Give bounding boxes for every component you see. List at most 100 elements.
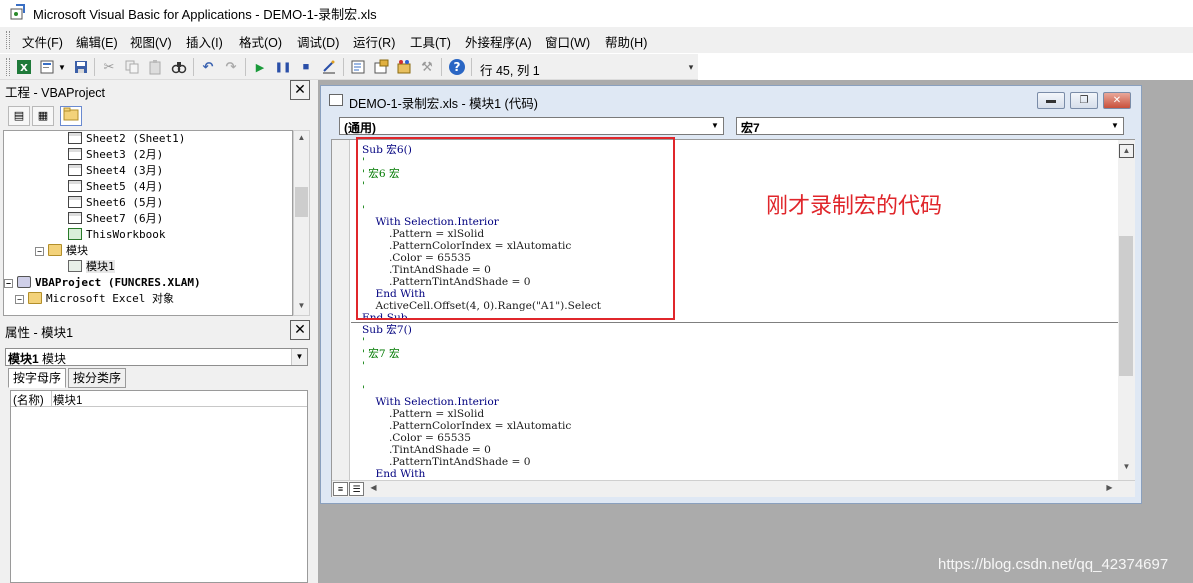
chevron-down-icon[interactable]: ▼ <box>291 349 307 365</box>
tab-categorized[interactable]: 按分类序 <box>68 368 127 388</box>
cut-icon[interactable]: ✂ <box>100 58 118 76</box>
code-line[interactable]: Sub 宏7() <box>362 324 1112 336</box>
menu-tools[interactable]: 工具(T) <box>410 32 451 51</box>
chevron-down-icon[interactable]: ▼ <box>707 118 723 134</box>
project-panel-titlebar[interactable]: 工程 - VBAProject ✕ <box>0 80 313 100</box>
menu-format[interactable]: 格式(O) <box>239 32 282 51</box>
collapse-icon[interactable]: − <box>15 295 24 304</box>
scroll-down-icon[interactable]: ▼ <box>294 301 309 310</box>
procedure-view-icon[interactable]: ≡ <box>333 482 348 496</box>
tree-node[interactable]: Sheet7 (6月) <box>4 211 292 227</box>
menu-addins[interactable]: 外接程序(A) <box>465 32 532 51</box>
properties-icon[interactable] <box>372 58 390 76</box>
collapse-icon[interactable]: − <box>4 279 13 288</box>
menu-file[interactable]: 文件(F) <box>22 32 63 51</box>
tree-node[interactable]: Sheet3 (2月) <box>4 147 292 163</box>
menu-insert[interactable]: 插入(I) <box>186 32 223 51</box>
code-line[interactable]: End With <box>362 468 1112 480</box>
code-line[interactable]: .TintAndShade = 0 <box>362 444 1112 456</box>
scroll-up-icon[interactable]: ▲ <box>294 133 309 142</box>
code-vertical-scrollbar[interactable]: ▲ ▼ <box>1118 140 1135 480</box>
margin-indicator-bar[interactable] <box>332 140 350 480</box>
code-line[interactable]: ' 宏7 宏 <box>362 348 1112 360</box>
excel-icon[interactable]: X <box>15 58 33 76</box>
property-value[interactable]: 模块1 <box>53 392 82 408</box>
toolbar-options-chevron-icon[interactable]: ▾ <box>686 56 696 78</box>
menu-edit[interactable]: 编辑(E) <box>76 32 118 51</box>
menu-run[interactable]: 运行(R) <box>353 32 395 51</box>
code-line[interactable]: .PatternTintAndShade = 0 <box>362 456 1112 468</box>
menu-view[interactable]: 视图(V) <box>130 32 172 51</box>
property-row[interactable]: (名称) 模块1 <box>11 391 307 407</box>
menu-window[interactable]: 窗口(W) <box>545 32 590 51</box>
full-module-view-icon[interactable]: ☰ <box>349 482 364 496</box>
close-icon[interactable]: ✕ <box>290 320 310 340</box>
tree-node[interactable]: Sheet6 (5月) <box>4 195 292 211</box>
tab-alphabetic[interactable]: 按字母序 <box>8 368 67 388</box>
scroll-down-icon[interactable]: ▼ <box>1119 462 1134 471</box>
help-icon[interactable]: ? <box>448 58 466 76</box>
scroll-thumb[interactable] <box>1119 236 1133 376</box>
toggle-folders-icon[interactable] <box>60 106 82 126</box>
design-mode-icon[interactable] <box>320 58 338 76</box>
collapse-icon[interactable]: − <box>35 247 44 256</box>
view-code-icon[interactable]: ▤ <box>8 106 30 126</box>
dropdown-icon[interactable]: ▼ <box>57 58 67 76</box>
object-combo[interactable]: (通用) ▼ <box>339 117 724 135</box>
toolbox-icon[interactable]: ⚒ <box>418 58 436 76</box>
code-line[interactable]: .Pattern = xlSolid <box>362 408 1112 420</box>
close-icon[interactable]: ✕ <box>290 80 310 100</box>
code-pane-bottom[interactable]: Sub 宏7() ' ' 宏7 宏 ' ' With Selection.Interi… <box>362 324 1112 480</box>
object-browser-icon[interactable] <box>395 58 413 76</box>
project-tree-scrollbar[interactable]: ▲ ▼ <box>293 130 310 316</box>
redo-icon[interactable]: ↷ <box>222 58 240 76</box>
code-line[interactable]: .Color = 65535 <box>362 432 1112 444</box>
view-object-icon[interactable]: ▦ <box>32 106 54 126</box>
close-icon[interactable]: ✕ <box>1103 92 1131 109</box>
menu-help[interactable]: 帮助(H) <box>605 32 647 51</box>
project-explorer-icon[interactable] <box>349 58 367 76</box>
save-icon[interactable] <box>72 58 90 76</box>
reset-icon[interactable]: ■ <box>297 58 315 76</box>
standard-toolbar: X ▼ ✂ ↶ ↷ ▶ ❚❚ ■ ⚒ ? 行 45, 列 1 ▾ <box>0 54 698 80</box>
scroll-thumb[interactable] <box>295 187 308 217</box>
scroll-right-icon[interactable]: ▶ <box>1102 483 1117 492</box>
insert-module-icon[interactable] <box>38 58 56 76</box>
object-selector[interactable]: 模块1 模块 ▼ <box>5 348 308 366</box>
scroll-up-icon[interactable]: ▲ <box>1119 144 1134 158</box>
tree-node[interactable]: − 模块 <box>4 243 292 259</box>
copy-icon[interactable] <box>123 58 141 76</box>
tree-node[interactable]: Sheet4 (3月) <box>4 163 292 179</box>
tree-node[interactable]: Sheet5 (4月) <box>4 179 292 195</box>
code-line[interactable]: With Selection.Interior <box>362 396 1112 408</box>
tree-node[interactable]: Sheet2 (Sheet1) <box>4 131 292 147</box>
tree-node[interactable]: ThisWorkbook <box>4 227 292 243</box>
paste-icon[interactable] <box>146 58 164 76</box>
pane-splitter[interactable] <box>351 322 1118 323</box>
chevron-down-icon[interactable]: ▼ <box>1107 118 1123 134</box>
code-line[interactable] <box>362 372 1112 384</box>
scroll-left-icon[interactable]: ◀ <box>366 483 381 492</box>
tree-node[interactable]: − Microsoft Excel 对象 <box>4 291 292 307</box>
toolbar-grip[interactable] <box>6 58 10 76</box>
properties-grid: (名称) 模块1 <box>10 390 308 583</box>
find-icon[interactable] <box>170 58 188 76</box>
menu-debug[interactable]: 调试(D) <box>297 32 339 51</box>
code-line[interactable]: ' <box>362 384 1112 396</box>
run-icon[interactable]: ▶ <box>251 58 269 76</box>
code-line[interactable]: ' <box>362 336 1112 348</box>
code-line[interactable]: ' <box>362 360 1112 372</box>
code-horizontal-scrollbar[interactable]: ≡ ☰ ◀ ▶ <box>332 480 1135 497</box>
break-icon[interactable]: ❚❚ <box>274 58 292 76</box>
undo-icon[interactable]: ↶ <box>199 58 217 76</box>
tree-node[interactable]: − VBAProject (FUNCRES.XLAM) <box>4 275 292 291</box>
code-line[interactable]: .PatternColorIndex = xlAutomatic <box>362 420 1112 432</box>
tree-node-label: 模块1 <box>86 260 115 273</box>
procedure-combo[interactable]: 宏7 ▼ <box>736 117 1124 135</box>
properties-panel-titlebar[interactable]: 属性 - 模块1 ✕ <box>0 320 313 340</box>
menu-grip[interactable] <box>6 31 10 49</box>
restore-icon[interactable]: ❐ <box>1070 92 1098 109</box>
tree-node[interactable]: 模块1 <box>4 259 292 275</box>
minimize-icon[interactable]: ▬ <box>1037 92 1065 109</box>
vba-app-icon <box>10 4 25 20</box>
